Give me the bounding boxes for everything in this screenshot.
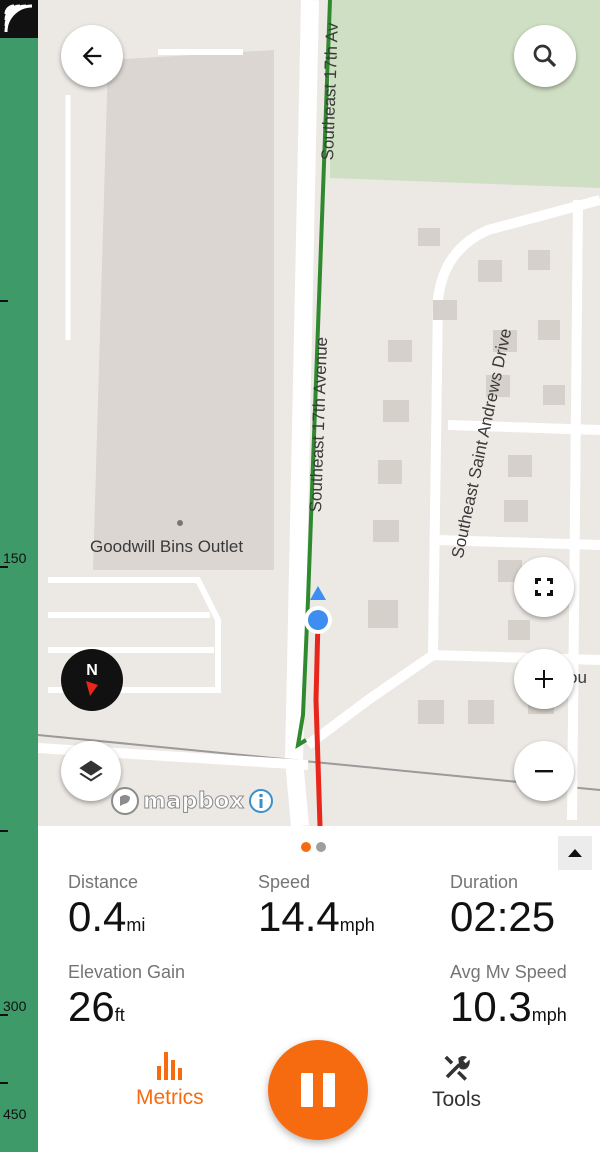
side-streets	[305, 195, 600, 821]
metric-distance: Distance 0.4mi	[68, 872, 145, 941]
metric-label: Avg Mv Speed	[450, 962, 567, 982]
metric-value: 14.4	[258, 893, 340, 940]
metric-label: Speed	[258, 872, 311, 892]
pause-icon	[301, 1073, 313, 1107]
layers-icon	[79, 760, 103, 782]
metric-unit: ft	[114, 1005, 125, 1025]
page-dot-active	[301, 842, 311, 852]
search-button[interactable]	[514, 25, 576, 87]
metric-value: 02:25	[450, 893, 556, 940]
building	[93, 50, 274, 570]
elevation-label: 450	[3, 1106, 27, 1122]
chevron-up-icon	[568, 849, 582, 857]
elevation-tick	[0, 1014, 8, 1016]
metric-unit: mph	[339, 915, 375, 935]
elevation-label: 300	[3, 998, 27, 1014]
elevation-tick	[0, 300, 8, 302]
arrow-left-icon	[82, 46, 102, 66]
metric-duration: Duration 02:25	[450, 872, 555, 941]
fullscreen-button[interactable]	[514, 557, 574, 617]
metric-speed: Speed 14.4mph	[258, 872, 375, 941]
tools-icon	[444, 1055, 470, 1081]
compass-icon	[86, 681, 98, 696]
plus-icon	[535, 670, 553, 688]
metric-value: 0.4	[68, 893, 127, 940]
elevation-strip: 150 300 450	[0, 0, 38, 1152]
elevation-tick	[0, 566, 8, 568]
fullscreen-icon	[535, 578, 553, 596]
poi-label: Goodwill Bins Outlet	[90, 537, 244, 556]
nav-tools[interactable]: Tools	[432, 1052, 481, 1112]
minus-icon	[535, 770, 553, 773]
expand-panel-button[interactable]	[558, 836, 592, 870]
mapbox-logo: mapbox	[110, 786, 274, 816]
search-icon	[533, 44, 557, 68]
bar-chart-icon	[156, 1052, 182, 1080]
metric-unit: mi	[126, 915, 146, 935]
nav-metrics-label: Metrics	[136, 1086, 204, 1109]
map-view[interactable]: Goodwill Bins Outlet Southeast 17th Av S…	[38, 0, 600, 826]
elevation-tick	[0, 1082, 8, 1084]
info-icon[interactable]	[248, 788, 274, 814]
metrics-panel: Distance 0.4mi Speed 14.4mph Duration 02…	[38, 826, 600, 1152]
compass-button[interactable]: N	[61, 649, 123, 711]
zoom-in-button[interactable]	[514, 649, 574, 709]
metric-avg-moving-speed: Avg Mv Speed 10.3mph	[450, 962, 567, 1031]
pause-button[interactable]	[268, 1040, 368, 1140]
metric-label: Elevation Gain	[68, 962, 186, 982]
zoom-out-button[interactable]	[514, 741, 574, 801]
nav-metrics[interactable]: Metrics	[136, 1048, 204, 1110]
page-dot	[316, 842, 326, 852]
metric-value: 10.3	[450, 983, 532, 1030]
elevation-label: 150	[3, 550, 27, 566]
compass-label: N	[86, 662, 98, 679]
nav-tools-label: Tools	[432, 1088, 482, 1111]
mapbox-wordmark: mapbox	[143, 788, 245, 814]
metric-label: Duration	[450, 872, 519, 892]
mapbox-mark-icon	[111, 787, 139, 815]
page-indicator	[301, 842, 326, 852]
metric-unit: mph	[531, 1005, 567, 1025]
recorded-route	[313, 619, 323, 826]
elevation-tick	[0, 830, 8, 832]
metric-label: Distance	[68, 872, 139, 892]
signal-icon	[0, 0, 38, 38]
metric-elevation-gain: Elevation Gain 26ft	[68, 962, 185, 1031]
back-button[interactable]	[61, 25, 123, 87]
metric-value: 26	[68, 983, 115, 1030]
